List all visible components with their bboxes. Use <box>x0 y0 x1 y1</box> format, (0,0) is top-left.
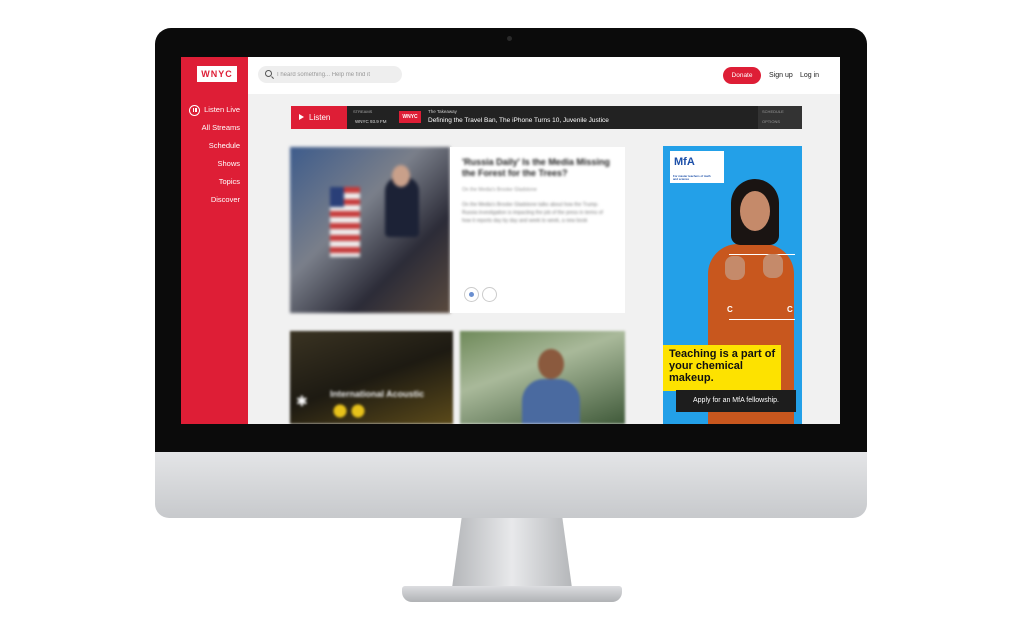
advertisement[interactable]: MfA For master teachers of math and scie… <box>663 146 802 424</box>
add-circle-button[interactable] <box>482 287 497 302</box>
listen-label: Listen <box>309 113 331 122</box>
browser-screen: WNYC Listen Live All Streams Schedule Sh… <box>181 57 840 424</box>
feature-card[interactable]: 'Russia Daily' Is the Media Missing the … <box>450 147 625 313</box>
story-tile-caption: International Acoustic <box>330 389 425 399</box>
play-circle-button[interactable] <box>464 287 479 302</box>
mfa-logo-tagline: For master teachers of math and science <box>673 174 711 182</box>
flag-canton <box>330 187 344 207</box>
feature-headline[interactable]: 'Russia Daily' Is the Media Missing the … <box>462 157 612 179</box>
carbon-label: C <box>727 305 733 314</box>
person-body <box>522 379 580 424</box>
episode-title[interactable]: Defining the Travel Ban, The iPhone Turn… <box>428 117 609 124</box>
arrow-icon: ✱ <box>296 393 308 409</box>
camera-icon <box>507 36 512 41</box>
sidebar-item-all-streams[interactable]: All Streams <box>189 119 240 137</box>
play-dot-icon <box>469 292 474 297</box>
woman-fist <box>725 256 745 280</box>
schedule-link[interactable]: SCHEDULE <box>762 109 784 114</box>
story-tile-right[interactable] <box>460 331 625 424</box>
sidebar: WNYC Listen Live All Streams Schedule Sh… <box>181 57 248 424</box>
ad-cta-button[interactable]: Apply for an MfA fellowship. <box>676 390 796 412</box>
sidebar-item-schedule[interactable]: Schedule <box>189 137 240 155</box>
listen-bar: Listen STREAMS WNYC 93.9 FM WNYC The Tak… <box>291 106 802 129</box>
play-icon <box>299 114 304 120</box>
person-head <box>538 349 564 379</box>
sidebar-nav: Listen Live All Streams Schedule Shows T… <box>189 101 240 209</box>
monitor-chin <box>155 452 867 518</box>
search-box[interactable] <box>258 66 402 83</box>
sidebar-item-label: Listen Live <box>204 105 240 114</box>
wnyc-logo[interactable]: WNYC <box>197 66 237 82</box>
ad-headline: Teaching is a part of your chemical make… <box>663 345 781 391</box>
donate-button[interactable]: Donate <box>723 67 761 84</box>
streams-label[interactable]: STREAMS <box>353 109 372 114</box>
show-name[interactable]: The Takeaway <box>428 109 457 114</box>
sidebar-item-shows[interactable]: Shows <box>189 155 240 173</box>
monitor-foot <box>402 586 622 602</box>
sidebar-item-listen-live[interactable]: Listen Live <box>189 101 240 119</box>
sidebar-item-discover[interactable]: Discover <box>189 191 240 209</box>
pause-icon <box>189 104 201 116</box>
stream-value[interactable]: WNYC 93.9 FM <box>355 119 387 124</box>
feature-byline: On the Media's Brooke Gladstone <box>462 187 537 193</box>
station-logo: WNYC <box>399 111 421 123</box>
search-icon <box>265 70 272 77</box>
feature-image[interactable] <box>290 147 450 313</box>
listen-bar-options: SCHEDULE OPTIONS <box>758 106 802 129</box>
monitor-stand <box>452 518 572 588</box>
mfa-logo-text: MfA <box>674 156 695 168</box>
sidebar-item-topics[interactable]: Topics <box>189 173 240 191</box>
story-tile-left[interactable]: ✱ International Acoustic <box>290 331 453 424</box>
search-input[interactable] <box>277 68 397 81</box>
mfa-logo: MfA For master teachers of math and scie… <box>670 151 724 183</box>
listen-button[interactable]: Listen <box>291 106 347 129</box>
yellow-dots-graphic <box>332 403 382 419</box>
feature-teaser: On the Media's Brooke Gladstone talks ab… <box>462 202 603 224</box>
options-link[interactable]: OPTIONS <box>762 119 780 124</box>
woman-face <box>740 191 770 231</box>
sign-up-link[interactable]: Sign up <box>769 72 793 79</box>
woman-fist <box>763 254 783 278</box>
speaker-head <box>392 165 410 187</box>
carbon-label: C <box>787 305 793 314</box>
log-in-link[interactable]: Log in <box>800 72 819 79</box>
top-bar: Donate Sign up Log in <box>248 57 840 94</box>
